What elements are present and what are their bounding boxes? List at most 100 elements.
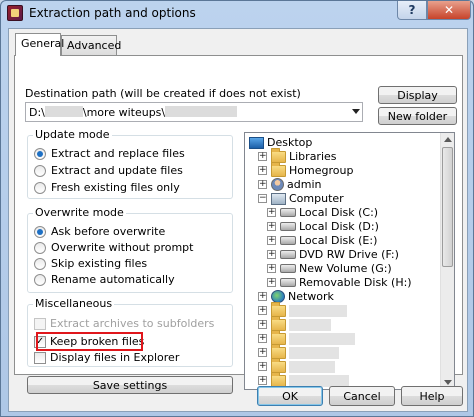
option-overwrite-without-prompt[interactable]: Overwrite without prompt	[34, 241, 193, 254]
tree-item-label: Computer	[289, 192, 344, 205]
tree-item[interactable]: + Local Disk (D:)	[267, 220, 379, 233]
expand-icon[interactable]: +	[267, 250, 276, 259]
redacted-folder-name	[289, 332, 355, 345]
cancel-button[interactable]: Cancel	[329, 386, 395, 406]
tree-item[interactable]: + Homegroup	[258, 161, 353, 177]
tree-item[interactable]: + DVD RW Drive (F:)	[267, 248, 399, 261]
tree-item[interactable]: + admin	[258, 178, 321, 191]
radio-button[interactable]	[34, 147, 46, 160]
checkbox[interactable]	[34, 351, 46, 364]
destination-path-combo[interactable]: D:\ \more witeups\	[25, 102, 363, 122]
help-title-button[interactable]: ?	[397, 1, 427, 20]
tree-item-label: DVD RW Drive (F:)	[299, 248, 399, 261]
expand-icon[interactable]: +	[258, 376, 267, 385]
tree-item[interactable]: +	[258, 343, 339, 359]
expand-icon[interactable]: +	[258, 348, 267, 357]
window-title: Extraction path and options	[29, 6, 196, 20]
tree-item[interactable]: Desktop	[249, 136, 312, 149]
option-label: Overwrite without prompt	[51, 241, 194, 254]
expand-icon[interactable]: +	[258, 292, 267, 301]
radio-button[interactable]	[34, 164, 46, 177]
redacted-folder-name	[289, 304, 347, 317]
expand-icon[interactable]: +	[267, 222, 276, 231]
display-button[interactable]: Display	[378, 86, 457, 104]
update-mode-group: Update mode Extract and replace files Ex…	[27, 128, 233, 199]
new-folder-button[interactable]: New folder	[378, 107, 457, 125]
expand-icon[interactable]: +	[258, 306, 267, 315]
overwrite-mode-group: Overwrite mode Ask before overwrite Over…	[27, 206, 233, 293]
tree-item-label: admin	[287, 178, 322, 191]
redacted-folder-name	[289, 346, 339, 359]
tree-item[interactable]: + Local Disk (E:)	[267, 234, 377, 247]
tree-item[interactable]: + Network	[258, 290, 334, 303]
folder-tree[interactable]: Desktop + Libraries + Homegroup + admin − Comput…	[244, 132, 455, 390]
radio-button[interactable]	[34, 181, 46, 194]
option-rename-automatically[interactable]: Rename automatically	[34, 273, 175, 286]
option-display-in-explorer[interactable]: Display files in Explorer	[34, 351, 179, 364]
option-label: Rename automatically	[51, 273, 175, 286]
scroll-up-icon[interactable]	[444, 137, 452, 142]
chevron-down-icon[interactable]	[352, 109, 360, 114]
redacted-path-segment	[44, 106, 83, 117]
tab-advanced[interactable]: Advanced	[61, 35, 121, 55]
redacted-path-segment	[165, 106, 238, 117]
option-skip-existing-files[interactable]: Skip existing files	[34, 257, 147, 270]
tree-item[interactable]: − Computer	[258, 192, 344, 205]
expand-icon[interactable]: +	[258, 166, 267, 175]
tree-item[interactable]: + Removable Disk (H:)	[267, 276, 412, 289]
title-bar[interactable]: Extraction path and options ? ✕	[1, 1, 473, 27]
dialog-window: Extraction path and options ? ✕ General …	[0, 0, 474, 417]
save-settings-button[interactable]: Save settings	[27, 376, 233, 394]
tree-item[interactable]: +	[258, 357, 335, 373]
folder-icon	[271, 343, 286, 359]
option-extract-to-subfolders: Extract archives to subfolders	[34, 317, 214, 330]
radio-button[interactable]	[34, 241, 46, 254]
help-button[interactable]: Help	[401, 386, 463, 406]
drive-icon	[280, 236, 296, 245]
tree-item[interactable]: + Libraries	[258, 147, 337, 163]
expand-icon[interactable]: +	[258, 180, 267, 189]
expand-icon[interactable]: +	[267, 264, 276, 273]
folder-icon	[271, 147, 286, 163]
close-button[interactable]: ✕	[427, 1, 471, 20]
radio-button[interactable]	[34, 225, 46, 238]
expand-icon[interactable]: +	[258, 320, 267, 329]
option-extract-and-update[interactable]: Extract and update files	[34, 164, 183, 177]
destination-path-label: Destination path (will be created if doe…	[25, 87, 301, 100]
tree-item-label: Libraries	[289, 150, 337, 163]
radio-button[interactable]	[34, 257, 46, 270]
tree-item-label: Removable Disk (H:)	[299, 276, 412, 289]
option-label: Extract and replace files	[51, 147, 185, 160]
tree-scrollbar[interactable]	[440, 133, 454, 389]
tree-item-label: Local Disk (E:)	[299, 234, 378, 247]
winrar-app-icon	[7, 5, 23, 21]
expand-icon[interactable]: +	[258, 334, 267, 343]
folder-icon	[271, 301, 286, 317]
scroll-thumb[interactable]	[442, 147, 453, 267]
tree-item-label: Local Disk (C:)	[299, 206, 379, 219]
user-icon	[271, 178, 284, 191]
expand-icon[interactable]: +	[258, 362, 267, 371]
expand-icon[interactable]: +	[258, 152, 267, 161]
tab-general[interactable]: General	[15, 33, 64, 56]
tree-item-label: Network	[288, 290, 334, 303]
tree-item-label: Local Disk (D:)	[299, 220, 379, 233]
collapse-icon[interactable]: −	[258, 194, 267, 203]
tree-item[interactable]: +	[258, 315, 331, 331]
tree-item[interactable]: + New Volume (G:)	[267, 262, 392, 275]
path-middle: \more witeups\	[82, 106, 166, 119]
redacted-folder-name	[289, 318, 331, 331]
tree-item[interactable]: + Local Disk (C:)	[267, 206, 378, 219]
radio-button[interactable]	[34, 273, 46, 286]
scroll-down-icon[interactable]	[444, 380, 452, 385]
dialog-client-area: General Advanced Destination path (will …	[8, 28, 468, 412]
expand-icon[interactable]: +	[267, 278, 276, 287]
option-ask-before-overwrite[interactable]: Ask before overwrite	[34, 225, 165, 238]
option-fresh-existing-only[interactable]: Fresh existing files only	[34, 181, 180, 194]
expand-icon[interactable]: +	[267, 208, 276, 217]
expand-icon[interactable]: +	[267, 236, 276, 245]
ok-button[interactable]: OK	[257, 386, 323, 406]
option-extract-and-replace[interactable]: Extract and replace files	[34, 147, 185, 160]
folder-icon	[271, 371, 286, 387]
update-mode-title: Update mode	[33, 128, 112, 141]
